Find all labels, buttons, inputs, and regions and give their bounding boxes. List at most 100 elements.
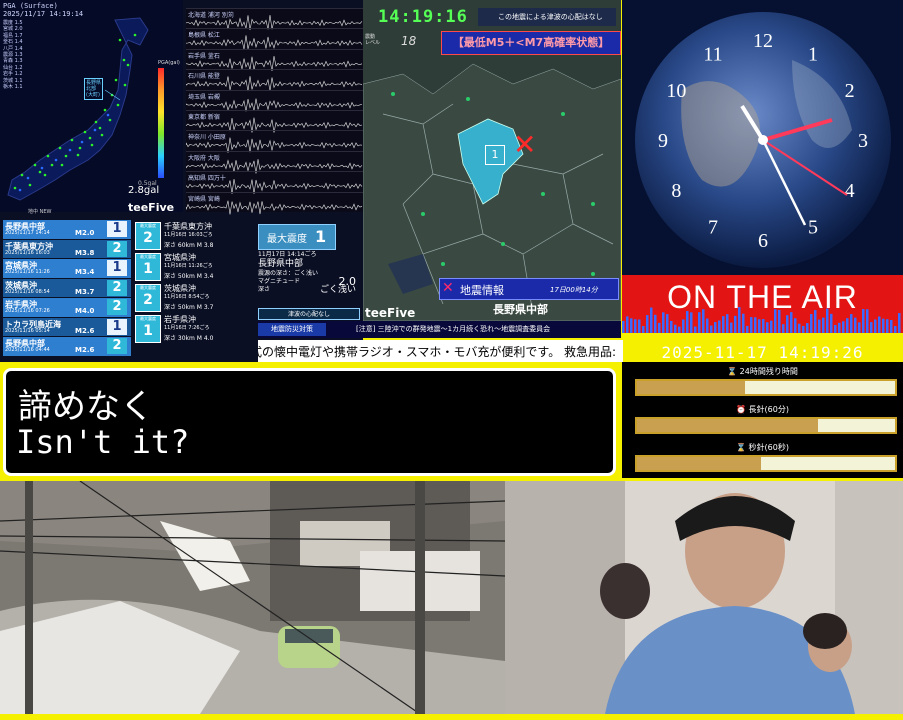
- eew-message: この地震による津波の心配はなし: [478, 8, 616, 26]
- audio-bar: [690, 312, 693, 333]
- quake-date: 2025/11/16 08:54: [5, 288, 50, 295]
- quake-mag: M2.0: [75, 229, 95, 237]
- quake-depth-row: 深さ ごく浅い: [258, 286, 356, 295]
- audio-bar: [654, 314, 657, 333]
- tv-program-scene: [505, 481, 903, 714]
- tsunami-status: 津波の心配なし: [258, 308, 360, 320]
- quake-list-item[interactable]: 茨城県沖 2025/11/16 08:54 M3.7 2: [3, 278, 131, 298]
- quake-intensity: 1: [107, 221, 127, 237]
- quake-list-item[interactable]: 千葉県東方沖 2025/11/16 16:03 M3.8 2: [3, 239, 131, 259]
- quake-mag: M3.4: [75, 268, 95, 276]
- quake-detail-item[interactable]: 最大震度 2 千葉県東方沖 11月16日 16:03ごろ 深さ 60km M 3.8: [133, 220, 253, 251]
- audio-bar: [850, 314, 853, 333]
- audio-bar: [678, 326, 681, 333]
- clock-number: 3: [858, 130, 868, 152]
- audio-bar: [770, 320, 773, 333]
- audio-bar: [798, 323, 801, 333]
- audio-bar: [754, 317, 757, 333]
- quake-intensity: 2: [107, 279, 127, 296]
- audio-bar: [722, 316, 725, 333]
- news-ticker: 地震防災対策 [注意] 三陸沖での群発地震〜1カ月続く恐れ〜地震調査委員会: [258, 321, 621, 338]
- mag-label: マグニチュード: [258, 278, 301, 285]
- audio-bar: [826, 308, 829, 333]
- max-intensity-box: 最大震度 1: [258, 224, 336, 250]
- progress-fill: [637, 419, 818, 432]
- marquee-text: 式の懐中電灯や携帯ラジオ・スマホ・モバ充が便利です。 救急用品:: [258, 345, 617, 359]
- quake-intensity: 1: [107, 318, 127, 335]
- scale-label: PGA(gal): [158, 60, 180, 66]
- clock-number: 10: [666, 80, 686, 102]
- gal-value: 2.8gal: [128, 185, 160, 196]
- quake-detail-item[interactable]: 最大震度 1 岩手県沖 11月16日 7:26ごろ 深さ 30km M 4.0: [133, 313, 253, 344]
- quake-list-item[interactable]: 宮城県沖 2025/11/16 11:26 M3.4 1: [3, 259, 131, 279]
- progress-panel: ⌛ 24時間残り時間 ⏰ 長針(60分) ⌛ 秒針(60秒): [622, 362, 903, 478]
- audio-bar: [790, 312, 793, 333]
- audio-bar: [734, 315, 737, 333]
- audio-bar: [714, 321, 717, 333]
- progress-bar: [635, 379, 897, 396]
- audio-bar: [686, 311, 689, 333]
- quake-date: 2025/11/17 14:14: [5, 230, 50, 236]
- audio-bar: [822, 317, 825, 333]
- intensity-badge: 最大震度 2: [135, 222, 161, 250]
- subtitle-area: 諦めなく Isn't it?: [0, 363, 622, 481]
- clock-number: 12: [753, 30, 773, 52]
- ticker-tag: 地震防災対策: [258, 323, 326, 336]
- quake-intensity: 2: [107, 240, 127, 257]
- audio-bar: [666, 314, 669, 333]
- audio-bar: [878, 316, 881, 333]
- audio-bar: [742, 313, 745, 333]
- clock-number: 7: [708, 217, 718, 239]
- progress-bar: [635, 455, 897, 472]
- detail-time: 11月16日 11:26ごろ: [164, 263, 213, 269]
- audio-bar: [670, 321, 673, 333]
- audio-bar: [778, 309, 781, 333]
- audio-bar: [746, 325, 749, 333]
- subtitle-japanese: 諦めなく: [18, 387, 154, 427]
- detail-time: 11月16日 16:03ごろ: [164, 232, 213, 238]
- station-list: 震度 1.5 宮城 2.0 福島 1.7 釜石 1.4 八戸 1.4 震源 1.3 青森 1…: [3, 20, 23, 90]
- quake-info-region: 長野県中部: [258, 259, 304, 269]
- level-value: 18: [401, 34, 417, 48]
- quake-detail-item[interactable]: 最大震度 2 茨城県沖 11月16日 8:54ごろ 深さ 50km M 3.7: [133, 282, 253, 313]
- eew-warning-banner: 【最低M5＋<M7高確率状態】: [441, 31, 621, 55]
- audio-bar: [802, 325, 805, 333]
- quake-monitor-panel: PGA (Surface) 2025/11/17 14:19:14 震度 1.5…: [0, 0, 363, 362]
- station-item: 宮城 2.0: [3, 26, 23, 33]
- clock-number: 8: [671, 180, 681, 202]
- quake-date: 2025/11/16 04:44: [5, 347, 50, 353]
- progress-label: ⌛ 24時間残り時間: [727, 367, 798, 376]
- detail-time: 11月16日 8:54ごろ: [164, 294, 210, 300]
- quake-detail-item[interactable]: 最大震度 1 宮城県沖 11月16日 11:26ごろ 深さ 50km M 3.4: [133, 251, 253, 282]
- detail-magnitude: 深さ 30km M 4.0: [164, 335, 214, 342]
- progress-fill: [637, 457, 761, 470]
- tv-program-feed: [505, 481, 903, 714]
- audio-bar: [854, 317, 857, 333]
- quake-mag: M2.6: [75, 326, 95, 335]
- quake-list-item[interactable]: トカラ列島近海 2025/11/16 05:14 M2.6 1: [3, 317, 131, 337]
- progress-label: ⌛ 秒針(60秒): [736, 443, 789, 452]
- japan-intensity-map: PGA (Surface) 2025/11/17 14:19:14 震度 1.5…: [0, 0, 183, 215]
- quake-mag: M3.7: [75, 287, 95, 296]
- audio-bar: [766, 322, 769, 333]
- audio-bar: [710, 325, 713, 333]
- progress-bar: [635, 417, 897, 434]
- quake-mag: M2.6: [75, 346, 95, 354]
- quake-list-item[interactable]: 長野県中部 2025/11/16 04:44 M2.6 2: [3, 337, 131, 357]
- quake-mag: M3.8: [75, 248, 95, 257]
- audio-bar: [794, 318, 797, 333]
- quake-list-item[interactable]: 長野県中部 2025/11/17 14:14 M2.0 1: [3, 220, 131, 240]
- eew-clock: 14:19:16: [378, 7, 468, 27]
- quake-list-item[interactable]: 岩手県沖 2025/11/16 07:26 M4.0 2: [3, 298, 131, 318]
- audio-bar: [650, 307, 653, 333]
- quake-info-time: 11月17日 14:14ごろ: [258, 251, 317, 258]
- audio-bar: [706, 318, 709, 333]
- audio-bar: [842, 321, 845, 333]
- eq-info-time: 17日00時14分: [550, 286, 598, 294]
- quake-intensity: 2: [107, 299, 127, 315]
- audio-bar: [818, 319, 821, 333]
- station-item: 栃木 1.1: [3, 84, 23, 91]
- progress-fill: [637, 381, 746, 394]
- brand-prefix: 地中 NEW: [28, 209, 52, 215]
- intensity-badge: 最大震度 1: [135, 315, 161, 343]
